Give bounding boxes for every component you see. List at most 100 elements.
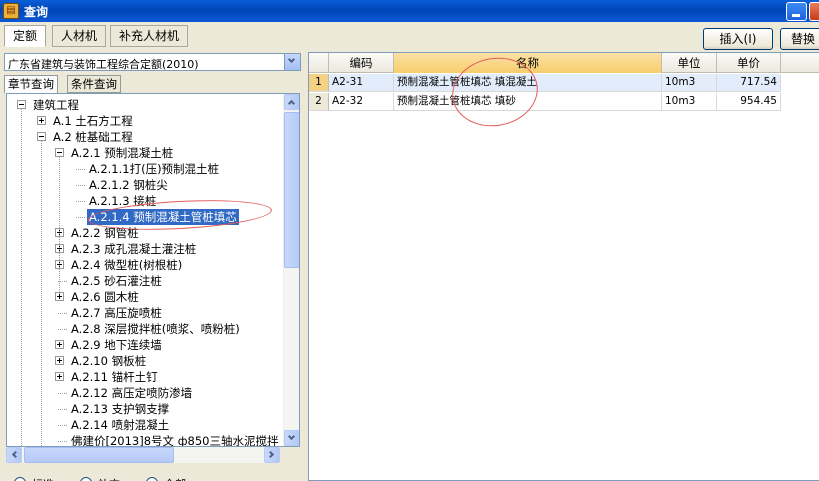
tree-node[interactable]: 佛建价[2013]8号文 ф850三轴水泥搅拌 <box>7 433 285 447</box>
tree-node[interactable]: A.2.1.4 预制混凝土管桩填芯 <box>7 209 285 225</box>
grid-header: 编码 名称 单位 单价 <box>309 53 819 73</box>
tree-node-label: 佛建价[2013]8号文 ф850三轴水泥搅拌 <box>71 434 279 447</box>
tree-node[interactable]: A.2.11 锚杆土钉 <box>7 369 285 385</box>
pane-splitter[interactable] <box>303 50 307 481</box>
tree-node[interactable]: A.2.3 成孔混凝土灌注桩 <box>7 241 285 257</box>
tree-node-label: A.2.2 钢管桩 <box>71 226 139 240</box>
tree-node-label: A.2.13 支护钢支撑 <box>71 402 170 416</box>
horizontal-scroll-thumb[interactable] <box>24 447 174 463</box>
close-button[interactable] <box>809 2 819 21</box>
tree-node-label: A.2.4 微型桩(树根桩) <box>71 258 183 272</box>
tree-node[interactable]: A.2.8 深层搅拌桩(喷浆、喷粉桩) <box>7 321 285 337</box>
tree-node[interactable]: A.2.2 钢管桩 <box>7 225 285 241</box>
tree-guide-line <box>21 108 22 446</box>
scroll-up-button[interactable] <box>284 94 299 110</box>
tree-horizontal-scrollbar[interactable] <box>6 447 280 463</box>
norm-library-value: 广东省建筑与装饰工程综合定额(2010) <box>8 58 199 71</box>
tree-connector <box>76 201 85 202</box>
tree-node-label: A.2 桩基础工程 <box>53 130 133 144</box>
tree-node-label: A.2.1.1打(压)预制混土桩 <box>89 162 220 176</box>
tree-connector <box>76 217 85 218</box>
header-price[interactable]: 单价 <box>717 53 781 73</box>
norm-library-select[interactable]: 广东省建筑与装饰工程综合定额(2010) <box>4 53 301 71</box>
table-row[interactable]: 1 A2-31 预制混凝土管桩填芯 填混凝土 10m3 717.54 <box>309 74 781 92</box>
table-row[interactable]: 2 A2-32 预制混凝土管桩填芯 填砂 10m3 954.45 <box>309 93 781 111</box>
radio-supplement[interactable] <box>80 477 92 481</box>
row-number[interactable]: 2 <box>309 93 329 111</box>
tree-node[interactable]: A.2.4 微型桩(树根桩) <box>7 257 285 273</box>
unit-cell[interactable]: 10m3 <box>662 74 717 92</box>
name-cell[interactable]: 预制混凝土管桩填芯 填混凝土 <box>394 74 662 92</box>
tree-node[interactable]: A.1 土石方工程 <box>7 113 285 129</box>
header-unit[interactable]: 单位 <box>662 53 717 73</box>
chevron-down-icon <box>287 432 296 441</box>
tree-node-label: A.2.6 圆木桩 <box>71 290 139 304</box>
tree-node-label: A.2.9 地下连续墙 <box>71 338 162 352</box>
tree-node[interactable]: A.2.12 高压定喷防渗墙 <box>7 385 285 401</box>
radio-standard[interactable] <box>14 477 26 481</box>
chevron-right-icon <box>266 450 275 459</box>
row-number[interactable]: 1 <box>309 74 329 92</box>
scroll-right-button[interactable] <box>264 447 280 463</box>
header-code[interactable]: 编码 <box>329 53 394 73</box>
top-tab-bar: 定额 人材机 补充人材机 插入(I) 替换 <box>0 22 819 50</box>
tree-node[interactable]: 建筑工程 <box>7 97 285 113</box>
tree-node[interactable]: A.2.9 地下连续墙 <box>7 337 285 353</box>
radio-all-label: 全部 <box>164 476 186 481</box>
tree-node[interactable]: A.2.10 钢板桩 <box>7 353 285 369</box>
name-cell[interactable]: 预制混凝土管桩填芯 填砂 <box>394 93 662 111</box>
price-cell[interactable]: 717.54 <box>717 74 781 92</box>
scroll-thumb[interactable] <box>284 112 299 268</box>
norm-results-grid[interactable]: 编码 名称 单位 单价 1 A2-31 预制混凝土管桩填芯 填混凝土 10m3 717.… <box>308 52 819 481</box>
radio-standard-label: 标准 <box>32 476 54 481</box>
tree-node-label: A.2.1.3 接桩 <box>89 194 157 208</box>
tree-node-label: A.2.1.2 钢桩尖 <box>89 178 168 192</box>
code-cell[interactable]: A2-32 <box>329 93 394 111</box>
expand-plus-icon[interactable] <box>37 116 46 125</box>
tree-vertical-scrollbar[interactable] <box>283 94 299 446</box>
chevron-up-icon <box>287 99 296 108</box>
title-bar: ▤ 查询 <box>0 0 819 22</box>
tab-condition-query[interactable]: 条件查询 <box>67 75 121 93</box>
price-cell[interactable]: 954.45 <box>717 93 781 111</box>
expand-plus-icon[interactable] <box>55 356 64 365</box>
minimize-button[interactable] <box>786 2 807 21</box>
code-cell[interactable]: A2-31 <box>329 74 394 92</box>
radio-supplement-label: 补充 <box>98 476 120 481</box>
tree-node-label: A.2.1.4 预制混凝土管桩填芯 <box>87 209 239 225</box>
header-name[interactable]: 名称 <box>394 53 662 73</box>
tree-node[interactable]: A.2.1.1打(压)预制混土桩 <box>7 161 285 177</box>
tree-node[interactable]: A.2.1.2 钢桩尖 <box>7 177 285 193</box>
dropdown-button[interactable] <box>284 54 300 70</box>
header-rownum <box>309 53 329 73</box>
unit-cell[interactable]: 10m3 <box>662 93 717 111</box>
tab-supplement-lmm[interactable]: 补充人材机 <box>110 25 189 47</box>
radio-all[interactable] <box>146 477 158 481</box>
tree-node[interactable]: A.2.6 圆木桩 <box>7 289 285 305</box>
tree-node-label: A.2.5 砂石灌注桩 <box>71 274 162 288</box>
tree-guide-line <box>59 156 60 294</box>
window-title: 查询 <box>24 5 49 19</box>
tree-node[interactable]: A.2.7 高压旋喷桩 <box>7 305 285 321</box>
scroll-down-button[interactable] <box>284 430 299 446</box>
insert-button[interactable]: 插入(I) <box>703 28 773 50</box>
chapter-tree[interactable]: 建筑工程 A.1 土石方工程 A.2 桩基础工程 A.2.1 预制混凝土桩 A.2.1.… <box>6 93 300 447</box>
tree-connector <box>58 393 67 394</box>
tree-node-label: A.2.1 预制混凝土桩 <box>71 146 174 160</box>
expand-plus-icon[interactable] <box>55 372 64 381</box>
tree-node[interactable]: A.2.13 支护钢支撑 <box>7 401 285 417</box>
tree-node[interactable]: A.2.1 预制混凝土桩 <box>7 145 285 161</box>
tab-norm[interactable]: 定额 <box>4 25 47 47</box>
tree-node-label: A.2.11 锚杆土钉 <box>71 370 158 384</box>
tree-node[interactable]: A.2.14 喷射混凝土 <box>7 417 285 433</box>
tree-node[interactable]: A.2.1.3 接桩 <box>7 193 285 209</box>
tree-node[interactable]: A.2.5 砂石灌注桩 <box>7 273 285 289</box>
scroll-left-button[interactable] <box>6 447 22 463</box>
replace-button[interactable]: 替换 <box>780 28 819 50</box>
tab-chapter-query[interactable]: 章节查询 <box>4 75 58 94</box>
tree-node[interactable]: A.2 桩基础工程 <box>7 129 285 145</box>
tree-connector <box>58 313 67 314</box>
tab-labor-material-machine[interactable]: 人材机 <box>52 25 107 47</box>
expand-plus-icon[interactable] <box>55 340 64 349</box>
tree-node-label: A.2.7 高压旋喷桩 <box>71 306 162 320</box>
